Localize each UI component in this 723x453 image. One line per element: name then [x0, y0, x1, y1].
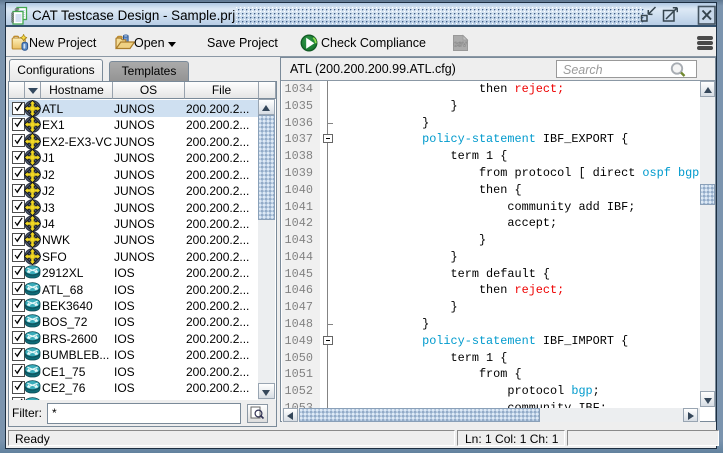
svg-text:csv: csv [453, 40, 467, 49]
